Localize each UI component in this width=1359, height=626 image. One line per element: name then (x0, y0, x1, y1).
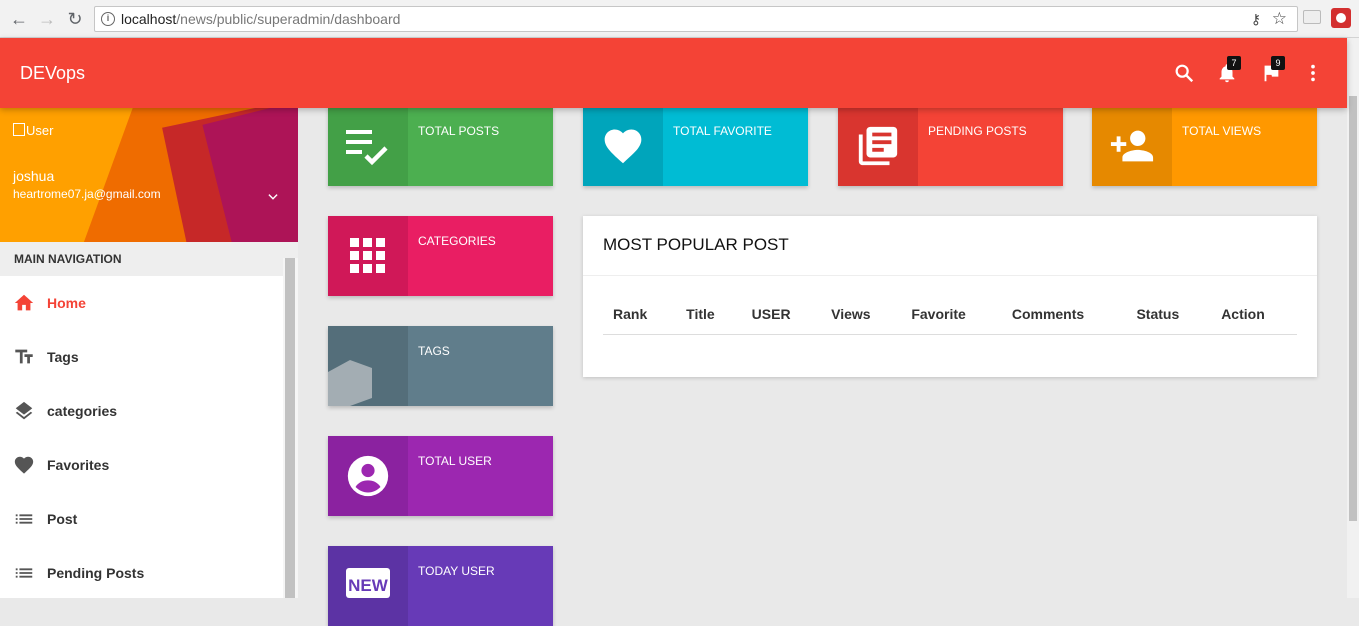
sidebar-item-favorites[interactable]: Favorites (0, 438, 283, 492)
tag-icon (328, 360, 372, 406)
sidebar-item-tags[interactable]: Tags (0, 330, 283, 384)
info-box-label: TOTAL FAVORITE (673, 124, 772, 138)
column-header-action[interactable]: Action (1211, 296, 1297, 335)
info-box-label: PENDING POSTS (928, 124, 1027, 138)
user-email: heartrome07.ja@gmail.com (13, 187, 161, 201)
card-title: MOST POPULAR POST (583, 216, 1317, 276)
sidebar-item-post[interactable]: Post (0, 492, 283, 546)
notifications-button[interactable]: 7 (1216, 56, 1241, 84)
more-vert-icon[interactable] (1302, 62, 1324, 84)
home-icon (14, 294, 34, 311)
info-box-label: CATEGORIES (418, 234, 496, 248)
sidebar-scrollbar-thumb[interactable] (285, 258, 295, 598)
page-scrollbar-thumb[interactable] (1349, 96, 1357, 521)
new-badge-icon: NEW (346, 568, 390, 598)
info-box-total-posts[interactable]: TOTAL POSTS (328, 106, 553, 186)
list-icon (15, 568, 33, 578)
library-books-icon (858, 126, 898, 166)
forward-icon[interactable]: → (36, 8, 58, 30)
avatar: User (13, 123, 53, 138)
text-fields-icon (15, 349, 33, 364)
search-icon[interactable] (1173, 62, 1195, 84)
notifications-badge: 7 (1227, 56, 1241, 70)
chevron-down-icon[interactable] (266, 190, 280, 204)
star-icon[interactable]: ☆ (1272, 9, 1287, 29)
column-header-rank[interactable]: Rank (603, 296, 677, 335)
sidebar-item-label: Pending Posts (47, 565, 145, 581)
extension-mail-icon[interactable] (1303, 10, 1321, 24)
info-box-label: TOTAL USER (418, 454, 492, 468)
url-path: /news/public/superadmin/dashboard (176, 11, 401, 27)
playlist-check-icon (346, 130, 388, 166)
sidebar-item-label: Tags (47, 349, 79, 365)
back-icon[interactable]: ← (8, 8, 30, 30)
apps-grid-icon (350, 238, 385, 273)
info-box-categories[interactable]: CATEGORIES (328, 216, 553, 296)
table-header-row: Rank Title USER Views Favorite Comments Status… (603, 296, 1297, 335)
sidebar: User joshua heartrome07.ja@gmail.com MAI… (0, 108, 298, 598)
address-bar[interactable]: i localhost/news/public/superadmin/dashb… (94, 6, 1298, 32)
heart-icon (14, 456, 34, 474)
column-header-user[interactable]: USER (741, 296, 822, 335)
most-popular-card: MOST POPULAR POST Rank Title USER Views Favo… (583, 216, 1317, 377)
brand-title[interactable]: DEVops (20, 63, 85, 84)
info-box-label: TAGS (418, 344, 450, 358)
sidebar-item-label: Post (47, 511, 78, 527)
url-text[interactable]: localhost/news/public/superadmin/dashboa… (121, 11, 400, 27)
column-header-comments[interactable]: Comments (1001, 296, 1127, 335)
sidebar-item-label: Favorites (47, 457, 110, 473)
info-box-total-user[interactable]: TOTAL USER (328, 436, 553, 516)
nav-list: Home Tags categories Favorites Post Pend… (0, 276, 283, 600)
column-header-title[interactable]: Title (676, 296, 742, 335)
column-header-status[interactable]: Status (1126, 296, 1212, 335)
info-box-today-user[interactable]: NEW TODAY USER (328, 546, 553, 626)
sidebar-scrollbar[interactable] (283, 258, 298, 598)
sidebar-item-label: categories (47, 403, 118, 419)
sidebar-item-categories[interactable]: categories (0, 384, 283, 438)
browser-toolbar: ← → ↻ i localhost/news/public/superadmin… (0, 0, 1359, 38)
popular-posts-table: Rank Title USER Views Favorite Comments Status… (603, 296, 1297, 335)
sidebar-item-pending-posts[interactable]: Pending Posts (0, 546, 283, 600)
nav-header: MAIN NAVIGATION (0, 242, 298, 276)
svg-text:NEW: NEW (348, 576, 389, 595)
user-name: joshua (13, 168, 55, 184)
info-box-tags[interactable]: TAGS (328, 326, 553, 406)
layers-icon (15, 401, 33, 420)
page-scrollbar[interactable] (1347, 38, 1359, 598)
info-box-label: TODAY USER (418, 564, 495, 578)
reload-icon[interactable]: ↻ (64, 8, 86, 30)
info-icon[interactable]: i (101, 12, 115, 26)
url-host: localhost (121, 11, 177, 27)
person-add-icon (1110, 130, 1154, 162)
column-header-favorite[interactable]: Favorite (901, 296, 1002, 335)
sidebar-item-home[interactable]: Home (0, 276, 283, 330)
info-box-label: TOTAL VIEWS (1182, 124, 1262, 138)
flags-badge: 9 (1271, 56, 1285, 70)
app-bar: DEVops 7 9 (0, 38, 1347, 108)
account-circle-icon (347, 455, 389, 497)
column-header-views[interactable]: Views (821, 296, 902, 335)
info-box-label: TOTAL POSTS (418, 124, 500, 138)
sidebar-item-label: Home (47, 295, 86, 311)
user-info: User joshua heartrome07.ja@gmail.com (0, 108, 298, 242)
list-icon (15, 514, 33, 524)
flags-button[interactable]: 9 (1260, 56, 1285, 84)
extension-icon[interactable] (1331, 8, 1351, 28)
key-icon[interactable]: ⚷ (1251, 11, 1261, 28)
info-box-total-favorite[interactable]: TOTAL FAVORITE (583, 106, 808, 186)
heart-icon (604, 129, 642, 164)
info-box-total-views[interactable]: TOTAL VIEWS (1092, 106, 1317, 186)
info-box-pending-posts[interactable]: PENDING POSTS (838, 106, 1063, 186)
